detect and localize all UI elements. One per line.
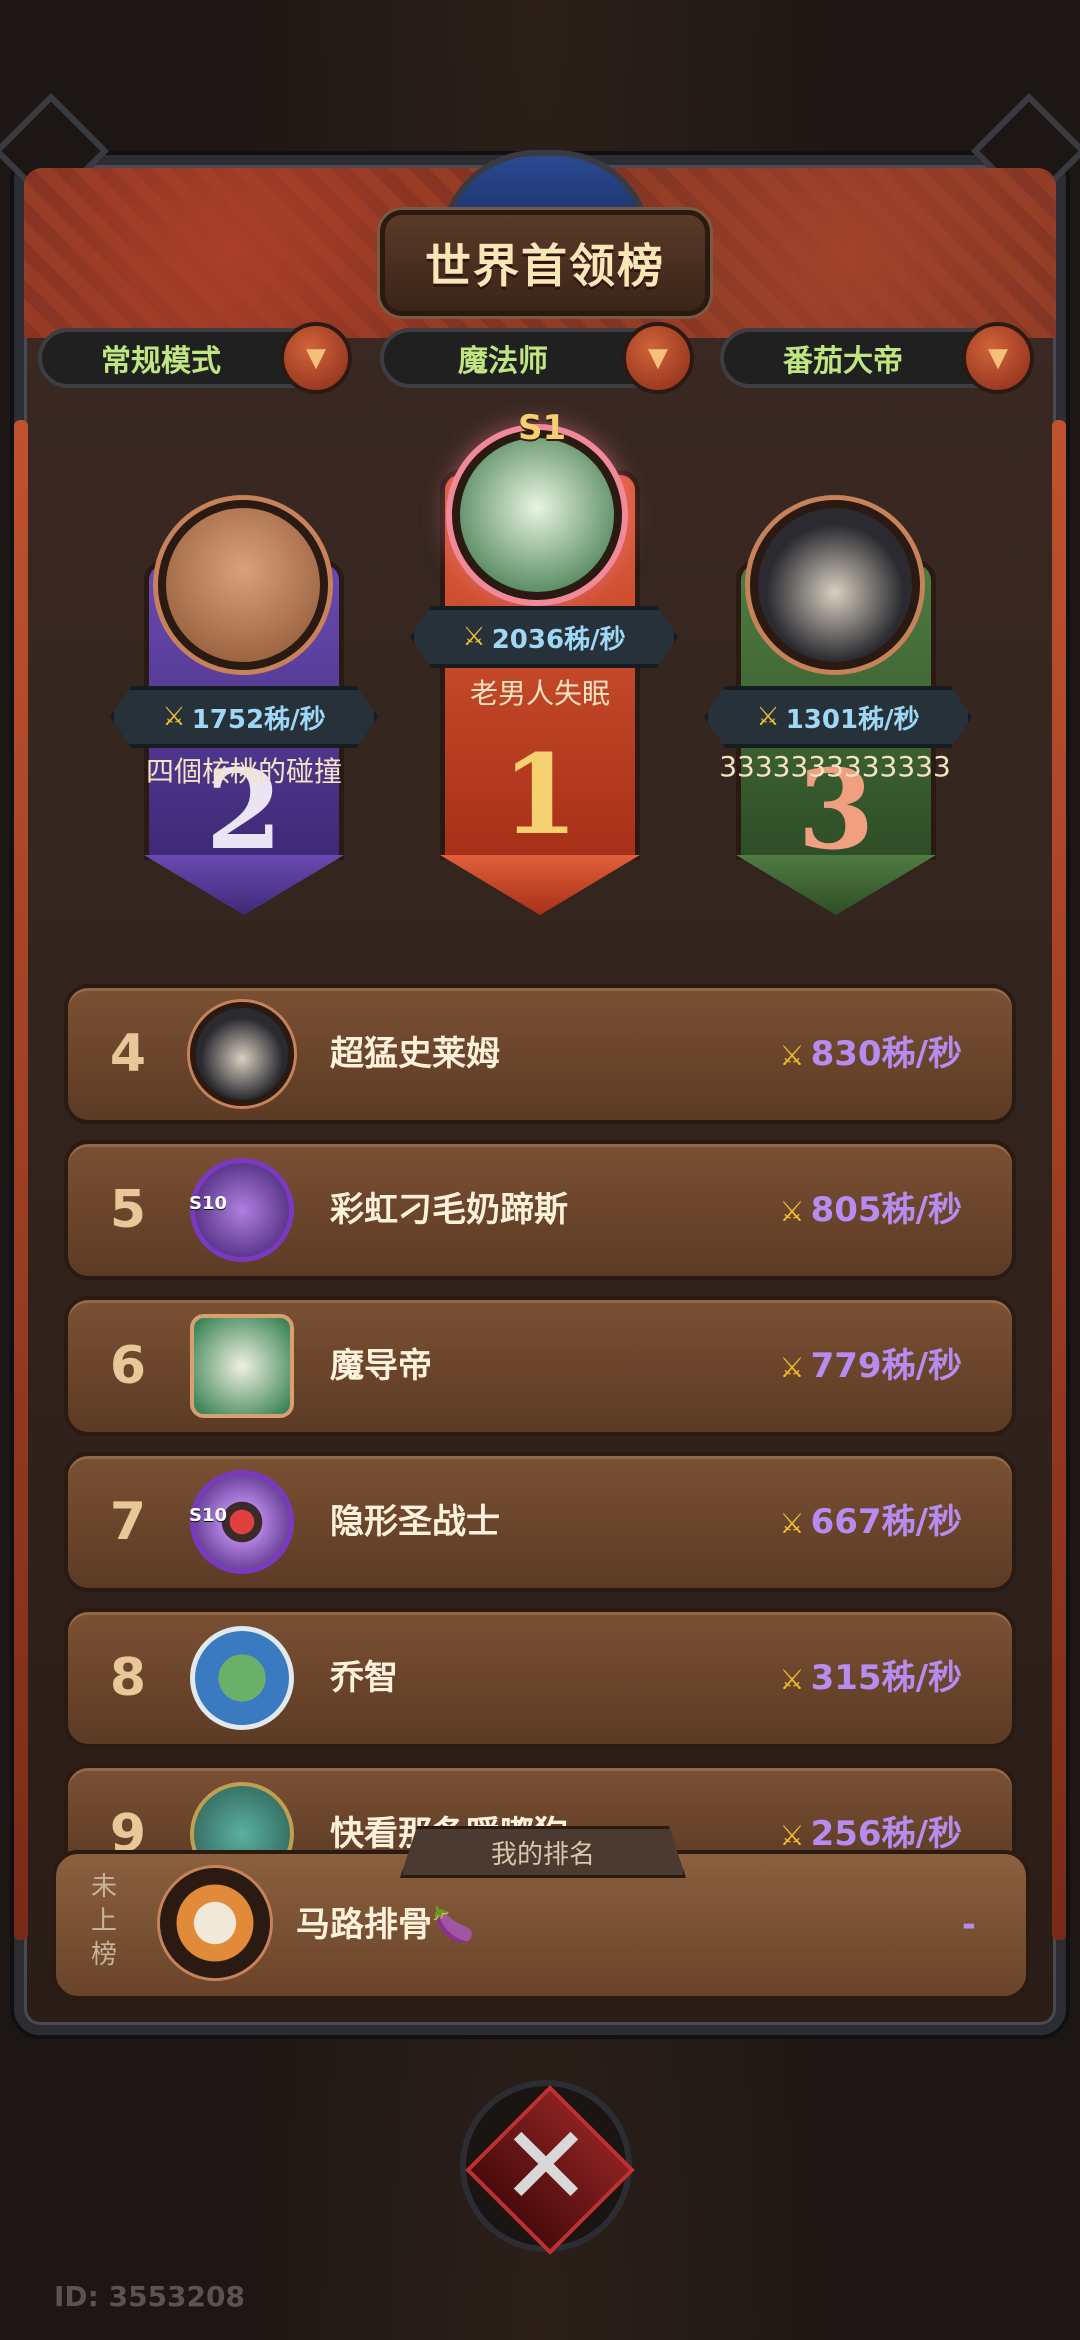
dropdown-arrow-icon[interactable]: ▼	[962, 322, 1034, 394]
unranked-char: 未	[90, 1872, 117, 1902]
avatar-third-place[interactable]	[750, 500, 920, 670]
unranked-status: 未 上 榜	[82, 1870, 126, 1972]
row-rank: 8	[109, 1648, 147, 1708]
row-score-value: 256秭/秒	[810, 1814, 962, 1854]
row-rank: 5	[109, 1180, 147, 1240]
dropdown-arrow-icon[interactable]: ▼	[280, 322, 352, 394]
row-rank: 4	[109, 1024, 147, 1084]
podium-rank-first: 1	[501, 730, 579, 859]
sword-icon: ⚔	[779, 1195, 805, 1228]
sword-icon: ⚔	[779, 1507, 805, 1540]
row-score: ⚔ 667秭/秒	[780, 1456, 963, 1588]
row-score: ⚔ 830秭/秒	[780, 988, 963, 1120]
player-avatar[interactable]	[190, 1002, 294, 1106]
leaderboard-row[interactable]: 4 超猛史莱姆 ⚔ 830秭/秒	[64, 984, 1016, 1124]
filter-boss[interactable]: 番茄大帝 ▼	[720, 322, 1034, 394]
unranked-char: 榜	[90, 1940, 117, 1970]
row-player-name: 彩虹刁毛奶蹄斯	[330, 1190, 568, 1230]
filter-class[interactable]: 魔法师 ▼	[380, 322, 694, 394]
row-player-name: 魔导帝	[330, 1346, 432, 1386]
filter-boss-label: 番茄大帝	[783, 344, 903, 379]
podium-name-third: 3333333333333	[719, 750, 951, 783]
podium-name-first: 老男人失眠	[469, 677, 610, 710]
sword-icon: ⚔	[779, 1819, 805, 1852]
leaderboard-row[interactable]: 8 乔智 ⚔ 315秭/秒	[64, 1608, 1016, 1748]
row-score-value: 805秭/秒	[810, 1190, 962, 1230]
sword-icon: ⚔	[162, 702, 186, 732]
leaderboard-row[interactable]: 5 S10 彩虹刁毛奶蹄斯 ⚔ 805秭/秒	[64, 1140, 1016, 1280]
player-avatar[interactable]: S10	[189, 1158, 294, 1262]
frame-side-right	[1052, 420, 1066, 1940]
podium-score-second-value: 1752秭/秒	[191, 704, 326, 735]
title-plate: 世界首领榜	[380, 210, 710, 316]
row-player-name: 隐形圣战士	[330, 1502, 500, 1542]
season-badge: S10	[189, 1505, 228, 1526]
player-avatar[interactable]: S10	[189, 1470, 294, 1574]
row-score-value: 779秭/秒	[810, 1346, 962, 1386]
row-rank: 6	[109, 1336, 147, 1396]
frame-side-left	[14, 420, 28, 1940]
close-button[interactable]: ✕	[460, 2080, 635, 2255]
unranked-char: 上	[90, 1906, 117, 1936]
podium-score-first: ⚔ 2036秭/秒	[410, 606, 678, 668]
my-score: -	[961, 1905, 976, 1945]
leaderboard-row[interactable]: 6 魔导帝 ⚔ 779秭/秒	[64, 1296, 1016, 1436]
season-badge: S10	[189, 1193, 228, 1214]
podium-name-second: 四個核桃的碰撞	[145, 755, 342, 788]
filter-mode-label: 常规模式	[101, 344, 221, 379]
row-player-name: 超猛史莱姆	[330, 1034, 500, 1074]
my-avatar[interactable]	[160, 1868, 270, 1978]
row-score-value: 315秭/秒	[810, 1658, 962, 1698]
row-rank: 7	[109, 1492, 147, 1552]
my-rank-tab: 我的排名	[400, 1826, 686, 1878]
dropdown-arrow-icon[interactable]: ▼	[622, 322, 694, 394]
podium-score-third-value: 1301秭/秒	[785, 704, 920, 735]
player-avatar[interactable]	[190, 1626, 294, 1730]
filter-mode[interactable]: 常规模式 ▼	[38, 322, 352, 394]
close-icon: ✕	[499, 2102, 593, 2230]
filter-class-label: 魔法师	[458, 344, 548, 379]
row-score: ⚔ 805秭/秒	[780, 1144, 963, 1276]
sword-icon: ⚔	[756, 702, 780, 732]
podium-score-third: ⚔ 1301秭/秒	[704, 686, 972, 748]
leaderboard-row[interactable]: 7 S10 隐形圣战士 ⚔ 667秭/秒	[64, 1452, 1016, 1592]
avatar-first-place[interactable]	[452, 430, 622, 600]
sword-icon: ⚔	[779, 1351, 805, 1384]
page-title: 世界首领榜	[425, 239, 665, 293]
podium-score-second: ⚔ 1752秭/秒	[110, 686, 378, 748]
row-score: ⚔ 779秭/秒	[780, 1300, 963, 1432]
user-id: ID: 3553208	[54, 2280, 245, 2313]
podium-score-first-value: 2036秭/秒	[491, 624, 626, 655]
sword-icon: ⚔	[779, 1663, 805, 1696]
sword-icon: ⚔	[462, 622, 486, 652]
row-score: ⚔ 315秭/秒	[780, 1612, 963, 1744]
player-avatar[interactable]	[190, 1314, 294, 1418]
row-player-name: 乔智	[330, 1658, 398, 1698]
row-score-value: 667秭/秒	[810, 1502, 962, 1542]
row-score-value: 830秭/秒	[810, 1034, 962, 1074]
avatar-second-place[interactable]	[158, 500, 328, 670]
sword-icon: ⚔	[779, 1039, 805, 1072]
season-badge: S1	[518, 408, 567, 448]
